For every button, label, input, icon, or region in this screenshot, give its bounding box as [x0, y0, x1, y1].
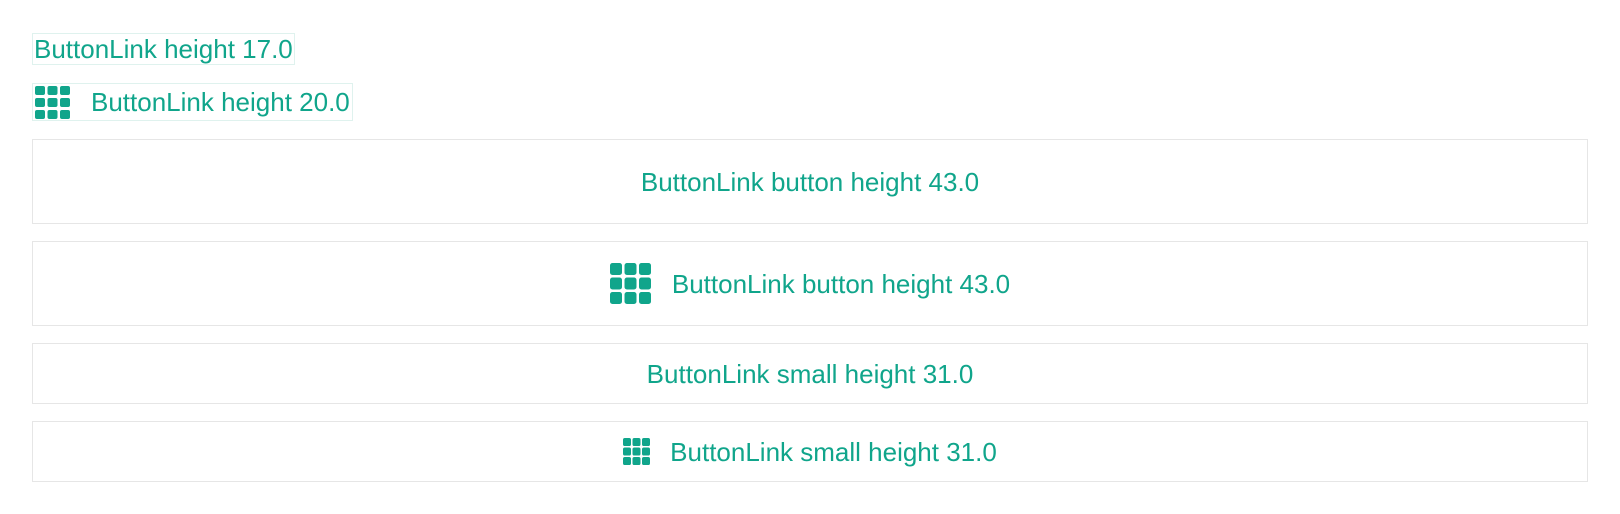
button-link-small-label: ButtonLink small height 31.0: [646, 358, 974, 389]
button-link-button-label: ButtonLink button height 43.0: [671, 268, 1011, 299]
button-link-small-with-icon[interactable]: ButtonLink small height 31.0: [32, 421, 1588, 482]
button-link-button-label: ButtonLink button height 43.0: [640, 166, 980, 197]
button-link-label: ButtonLink height 20.0: [91, 87, 350, 117]
grid-icon: [609, 263, 651, 304]
button-link-button-with-icon[interactable]: ButtonLink button height 43.0: [32, 241, 1588, 326]
button-link-small-label: ButtonLink small height 31.0: [670, 436, 997, 467]
button-link-small-plain[interactable]: ButtonLink small height 31.0: [32, 343, 1588, 404]
grid-icon: [35, 85, 70, 119]
button-link-label: ButtonLink height 17.0: [34, 34, 293, 64]
button-link-with-icon[interactable]: ButtonLink height 20.0: [32, 83, 353, 121]
grid-icon: [623, 438, 651, 465]
button-link-button-plain[interactable]: ButtonLink button height 43.0: [32, 139, 1588, 224]
button-link-demo-page: ButtonLink height 17.0 ButtonLink height…: [0, 0, 1620, 514]
button-link-plain[interactable]: ButtonLink height 17.0: [32, 33, 295, 65]
